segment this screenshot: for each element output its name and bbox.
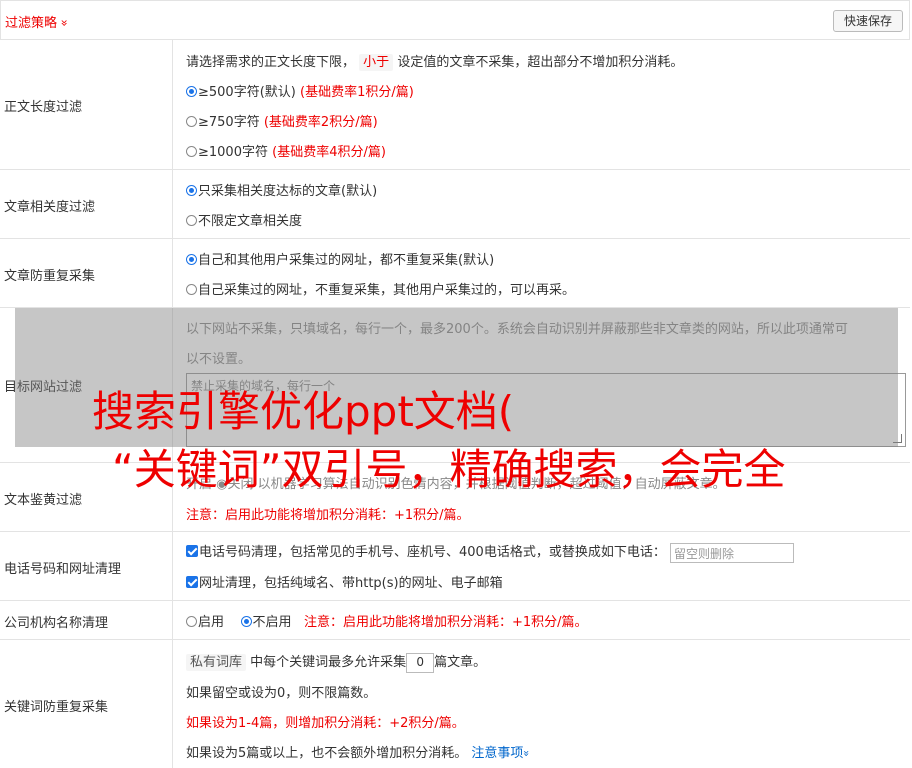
row-label: 关键词防重复采集 — [4, 700, 109, 715]
row-phone-url: 电话号码和网址清理 电话号码清理，包括常见的手机号、座机号、400电话格式，或替… — [0, 532, 910, 601]
radio-icon[interactable] — [186, 86, 197, 97]
desc-text: 中每个关键词最多允许采集 — [250, 655, 407, 670]
checkbox-icon[interactable] — [186, 576, 198, 588]
row-label: 电话号码和网址清理 — [4, 562, 122, 577]
option-label: ≥1000字符 — [198, 145, 268, 160]
row-label: 文章相关度过滤 — [4, 200, 96, 215]
input-placeholder: 留空则删除 — [673, 546, 734, 561]
checkbox-icon[interactable] — [186, 545, 198, 557]
porn-note: 注意：启用此功能将增加积分消耗：+1积分/篇。 — [186, 508, 470, 523]
company-options: 启用 不启用 注意：启用此功能将增加积分消耗：+1积分/篇。 — [186, 611, 588, 630]
row-company: 公司机构名称清理 启用 不启用 注意：启用此功能将增加积分消耗：+1积分/篇。 — [0, 601, 910, 640]
less-than-tag: 小于 — [359, 54, 394, 71]
length-desc: 请选择需求的正文长度下限， 小于 设定值的文章不采集，超出部分不增加积分消耗。 — [186, 51, 684, 71]
row-label: 公司机构名称清理 — [4, 616, 109, 631]
divider — [172, 239, 173, 307]
row-dedup: 文章防重复采集 自己和其他用户采集过的网址，都不重复采集(默认) 自己采集过的网… — [0, 239, 910, 308]
divider — [172, 532, 173, 600]
option-label: 电话号码清理，包括常见的手机号、座机号、400电话格式，或替换成如下电话： — [199, 545, 666, 560]
option-1000[interactable]: ≥1000字符 (基础费率4积分/篇) — [186, 141, 386, 160]
radio-icon[interactable] — [186, 215, 197, 226]
divider — [172, 601, 173, 639]
company-note: 注意：启用此功能将增加积分消耗：+1积分/篇。 — [303, 615, 588, 630]
divider — [172, 170, 173, 238]
company-on-option[interactable]: 启用 — [186, 615, 224, 630]
row-label: 文章防重复采集 — [4, 269, 96, 284]
option-label: ≥500字符(默认) — [198, 85, 296, 100]
radio-icon[interactable] — [186, 616, 197, 627]
input-value: 0 — [416, 654, 424, 669]
section-title[interactable]: 过滤策略» — [5, 12, 72, 31]
desc-text: 篇文章。 — [434, 655, 487, 670]
keyword-line3: 如果设为1-4篇，则增加积分消耗：+2积分/篇。 — [186, 716, 465, 731]
chevron-down-icon: » — [57, 19, 72, 27]
row-relevance-filter: 文章相关度过滤 只采集相关度达标的文章(默认) 不限定文章相关度 — [0, 170, 910, 239]
relevance-option-1[interactable]: 只采集相关度达标的文章(默认) — [186, 180, 377, 199]
keyword-line2: 如果留空或设为0，则不限篇数。 — [186, 686, 377, 701]
option-label: 不限定文章相关度 — [198, 214, 303, 229]
divider — [172, 640, 173, 768]
cost-text: (基础费率2积分/篇) — [263, 115, 378, 130]
row-label: 正文长度过滤 — [4, 100, 83, 115]
notes-link[interactable]: 注意事项» — [471, 746, 534, 761]
option-750[interactable]: ≥750字符 (基础费率2积分/篇) — [186, 111, 378, 130]
cost-text: (基础费率4积分/篇) — [272, 145, 386, 160]
dedup-option-1[interactable]: 自己和其他用户采集过的网址，都不重复采集(默认) — [186, 249, 494, 268]
radio-icon[interactable] — [186, 185, 197, 196]
row-label: 文本鉴黄过滤 — [4, 493, 83, 508]
row-length-filter: 正文长度过滤 请选择需求的正文长度下限， 小于 设定值的文章不采集，超出部分不增… — [0, 40, 910, 170]
radio-icon[interactable] — [186, 146, 197, 157]
option-label: 启用 — [198, 615, 225, 630]
radio-icon[interactable] — [186, 254, 197, 265]
private-dict-tag: 私有词库 — [186, 654, 247, 671]
desc-text: 如果设为5篇或以上，也不会额外增加积分消耗。 — [186, 746, 468, 761]
divider — [172, 40, 173, 169]
chevron-down-icon: » — [520, 750, 534, 757]
section-title-text: 过滤策略 — [5, 16, 58, 31]
option-label: 网址清理，包括纯域名、带http(s)的网址、电子邮箱 — [199, 576, 503, 591]
option-label: 自己采集过的网址，不重复采集，其他用户采集过的，可以再采。 — [198, 283, 576, 298]
radio-icon[interactable] — [186, 116, 197, 127]
radio-icon[interactable] — [240, 616, 252, 627]
keyword-line4: 如果设为5篇或以上，也不会额外增加积分消耗。 注意事项» — [186, 742, 534, 761]
option-label: ≥750字符 — [198, 115, 260, 130]
radio-icon[interactable] — [186, 284, 197, 295]
option-label: 自己和其他用户采集过的网址，都不重复采集(默认) — [198, 253, 495, 268]
phone-replace-input[interactable]: 留空则删除 — [669, 542, 794, 563]
overlay-headline-line2: “关键词”双引号，精确搜索，会完全 — [112, 445, 786, 494]
relevance-option-2[interactable]: 不限定文章相关度 — [186, 210, 302, 229]
option-label: 不启用 — [252, 615, 292, 630]
keyword-limit-line: 私有词库 中每个关键词最多允许采集 0 篇文章。 — [186, 651, 486, 673]
desc-text: 请选择需求的正文长度下限， — [186, 55, 356, 70]
phone-clean-option[interactable]: 电话号码清理，包括常见的手机号、座机号、400电话格式，或替换成如下电话： 留空… — [186, 541, 794, 563]
max-articles-input[interactable]: 0 — [406, 652, 435, 673]
company-off-option[interactable]: 不启用 — [240, 615, 292, 630]
dedup-option-2[interactable]: 自己采集过的网址，不重复采集，其他用户采集过的，可以再采。 — [186, 279, 575, 298]
option-500[interactable]: ≥500字符(默认) (基础费率1积分/篇) — [186, 81, 414, 100]
quick-save-button[interactable]: 快速保存 — [833, 10, 903, 32]
option-label: 只采集相关度达标的文章(默认) — [198, 184, 378, 199]
filter-strategy-header: 过滤策略» 快速保存 — [0, 0, 910, 40]
cost-text: (基础费率1积分/篇) — [300, 85, 414, 100]
row-keyword-dedup: 关键词防重复采集 私有词库 中每个关键词最多允许采集 0 篇文章。 如果留空或设为0… — [0, 640, 910, 768]
notes-link-text: 注意事项 — [471, 746, 524, 761]
url-clean-option[interactable]: 网址清理，包括纯域名、带http(s)的网址、电子邮箱 — [186, 572, 503, 591]
overlay-headline-line1: 搜索引擎优化ppt文档( — [92, 387, 515, 436]
desc-text: 设定值的文章不采集，超出部分不增加积分消耗。 — [397, 55, 684, 70]
